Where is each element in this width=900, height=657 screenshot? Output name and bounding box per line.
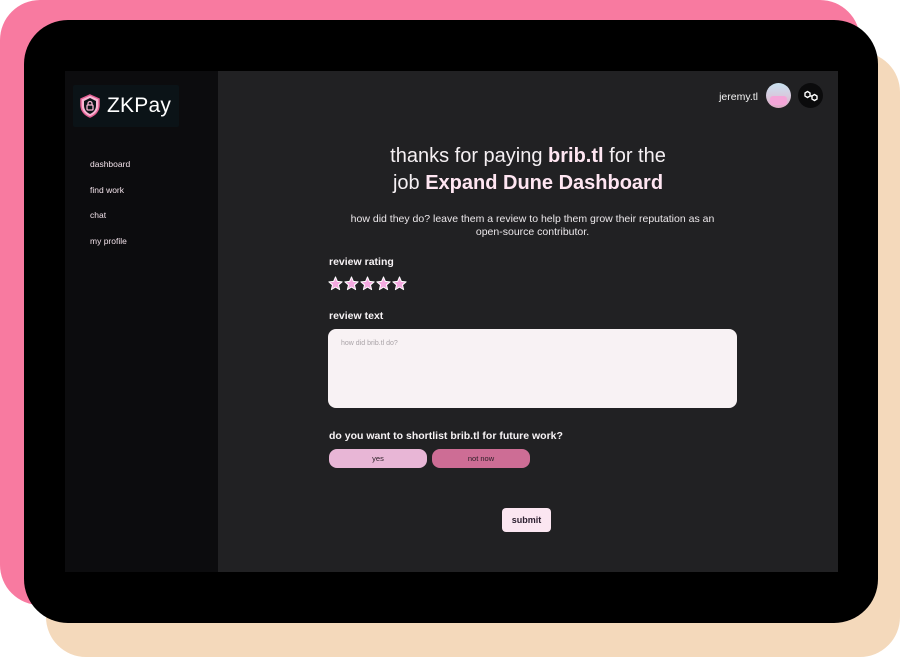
star-icon[interactable]	[376, 276, 391, 291]
sidebar-item-find-work[interactable]: find work	[90, 185, 130, 211]
network-button[interactable]	[798, 83, 823, 108]
star-rating[interactable]	[328, 276, 407, 291]
job-name: Expand Dune Dashboard	[425, 172, 664, 194]
star-icon[interactable]	[392, 276, 407, 291]
app-logo[interactable]: ZKPay	[73, 85, 179, 127]
star-icon[interactable]	[360, 276, 375, 291]
shield-lock-icon	[80, 94, 100, 118]
review-textarea[interactable]	[328, 329, 737, 408]
star-icon[interactable]	[328, 276, 343, 291]
shortlist-question: do you want to shortlist brib.tl for fut…	[329, 430, 563, 442]
shortlist-yes-button[interactable]: yes	[329, 449, 427, 468]
payee-name: brib.tl	[548, 145, 604, 167]
app-name: ZKPay	[107, 94, 172, 117]
title-prefix: thanks for paying	[390, 145, 549, 167]
sidebar: ZKPay dashboard find work chat my profil…	[65, 71, 218, 572]
title-job-prefix: job	[392, 172, 426, 194]
sidebar-item-my-profile[interactable]: my profile	[90, 236, 130, 262]
username-label[interactable]: jeremy.tl	[719, 91, 758, 103]
submit-button[interactable]: submit	[502, 508, 551, 532]
sidebar-item-chat[interactable]: chat	[90, 210, 130, 236]
sidebar-item-dashboard[interactable]: dashboard	[90, 159, 130, 185]
app-screen: ZKPay dashboard find work chat my profil…	[65, 71, 838, 572]
shortlist-not-now-button[interactable]: not now	[432, 449, 530, 468]
avatar[interactable]	[766, 83, 791, 108]
polygon-chain-icon	[803, 90, 818, 101]
title-middle: for the	[603, 145, 666, 167]
sidebar-nav: dashboard find work chat my profile	[90, 159, 130, 261]
review-text-label: review text	[329, 310, 384, 322]
review-rating-label: review rating	[329, 256, 394, 268]
page-title: thanks for paying brib.tl for the job Ex…	[218, 143, 838, 197]
star-icon[interactable]	[344, 276, 359, 291]
page-subtitle: how did they do? leave them a review to …	[350, 213, 715, 238]
